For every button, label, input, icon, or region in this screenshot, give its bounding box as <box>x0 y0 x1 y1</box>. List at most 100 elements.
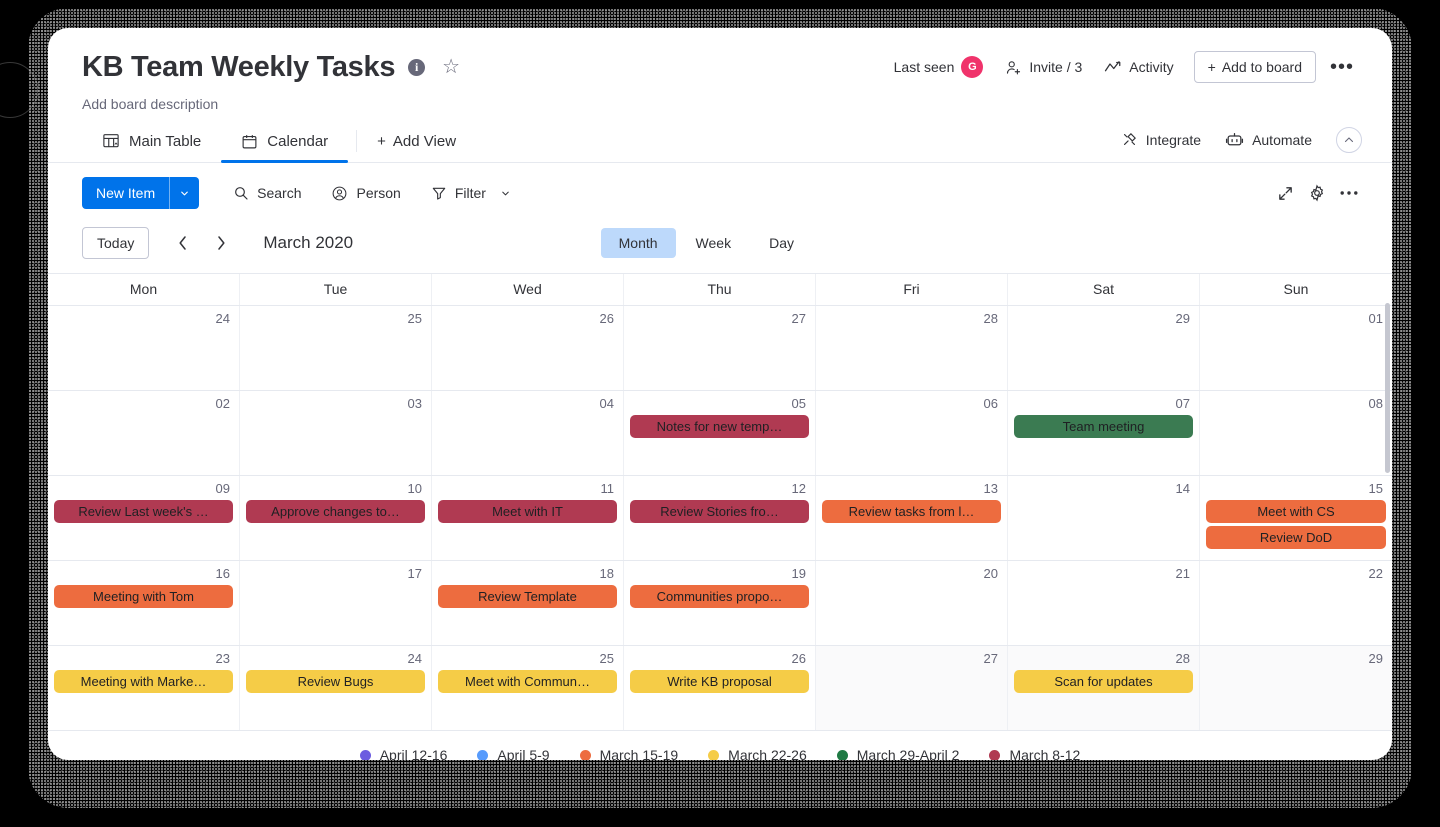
calendar-day-cell[interactable]: 23 Meeting with Marke… <box>48 646 240 730</box>
invite-button[interactable]: Invite / 3 <box>994 53 1093 82</box>
calendar-day-cell[interactable]: 08 <box>1200 391 1392 475</box>
calendar-event[interactable]: Review tasks from l… <box>822 500 1001 523</box>
calendar-event[interactable]: Write KB proposal <box>630 670 809 693</box>
calendar-day-cell[interactable]: 25 Meet with Commun… <box>432 646 624 730</box>
calendar-event[interactable]: Communities propo… <box>630 585 809 608</box>
legend-item[interactable]: March 22-26 <box>708 747 807 760</box>
calendar-day-cell[interactable]: 27 <box>624 306 816 390</box>
view-week-button[interactable]: Week <box>678 228 750 258</box>
tab-main-table[interactable]: Main Table <box>82 124 221 162</box>
new-item-label: New Item <box>96 185 156 201</box>
add-to-board-button[interactable]: + Add to board <box>1193 51 1316 83</box>
board-more-menu-icon[interactable]: ••• <box>1316 57 1362 77</box>
tab-calendar[interactable]: Calendar <box>221 125 349 163</box>
calendar-day-cell[interactable]: 20 <box>816 561 1008 645</box>
view-month-button[interactable]: Month <box>600 228 676 258</box>
expand-icon[interactable] <box>1277 185 1294 202</box>
weekday-header-wed: Wed <box>432 274 624 305</box>
calendar-event[interactable]: Review Stories fro… <box>630 500 809 523</box>
calendar-day-cell[interactable]: 17 <box>240 561 432 645</box>
calendar-day-cell[interactable]: 28 Scan for updates <box>1008 646 1200 730</box>
legend-item[interactable]: April 12-16 <box>359 747 447 760</box>
info-icon[interactable]: i <box>408 58 426 76</box>
calendar-day-cell[interactable]: 18 Review Template <box>432 561 624 645</box>
board-toolbar: New Item Search Person Filter <box>48 163 1392 223</box>
calendar-day-cell[interactable]: 13 Review tasks from l… <box>816 476 1008 560</box>
calendar-event[interactable]: Review Bugs <box>246 670 425 693</box>
calendar-day-cell[interactable]: 24 Review Bugs <box>240 646 432 730</box>
calendar-day-cell[interactable]: 11 Meet with IT <box>432 476 624 560</box>
calendar-day-cell[interactable]: 06 <box>816 391 1008 475</box>
star-icon[interactable]: ☆ <box>442 57 460 77</box>
calendar-event[interactable]: Notes for new temp… <box>630 415 809 438</box>
calendar-day-cell[interactable]: 09 Review Last week's … <box>48 476 240 560</box>
add-view-button[interactable]: + Add View <box>365 125 468 162</box>
day-number: 11 <box>600 481 615 496</box>
view-day-button[interactable]: Day <box>751 228 812 258</box>
calendar-day-cell[interactable]: 22 <box>1200 561 1392 645</box>
calendar-day-cell[interactable]: 03 <box>240 391 432 475</box>
calendar-event[interactable]: Meet with Commun… <box>438 670 617 693</box>
filter-button[interactable]: Filter <box>419 178 523 208</box>
more-icon[interactable] <box>1340 190 1358 196</box>
calendar-day-cell[interactable]: 10 Approve changes to… <box>240 476 432 560</box>
calendar-day-cell[interactable]: 28 <box>816 306 1008 390</box>
calendar-day-cell[interactable]: 24 <box>48 306 240 390</box>
gear-icon[interactable] <box>1308 184 1326 202</box>
calendar-day-cell[interactable]: 26 Write KB proposal <box>624 646 816 730</box>
calendar-day-cell[interactable]: 29 <box>1008 306 1200 390</box>
calendar-day-cell[interactable]: 01 <box>1200 306 1392 390</box>
chevron-down-icon[interactable] <box>500 188 511 199</box>
calendar-event[interactable]: Review Last week's … <box>54 500 233 523</box>
legend-item[interactable]: March 29-April 2 <box>836 747 959 760</box>
chevron-left-icon[interactable] <box>167 231 199 255</box>
calendar-event[interactable]: Meet with IT <box>438 500 617 523</box>
integrate-button[interactable]: Integrate <box>1111 125 1211 154</box>
chevron-down-icon[interactable] <box>169 177 199 209</box>
calendar-event[interactable]: Meeting with Tom <box>54 585 233 608</box>
collapse-header-button[interactable] <box>1336 126 1362 153</box>
calendar-scrollbar[interactable] <box>1385 303 1390 473</box>
today-button[interactable]: Today <box>82 227 150 259</box>
last-seen[interactable]: Last seen G <box>883 50 995 84</box>
legend-item[interactable]: April 5-9 <box>477 747 550 760</box>
calendar-day-cell[interactable]: 02 <box>48 391 240 475</box>
calendar-day-cell[interactable]: 25 <box>240 306 432 390</box>
calendar-day-cell[interactable]: 12 Review Stories fro… <box>624 476 816 560</box>
calendar-day-cell[interactable]: 27 <box>816 646 1008 730</box>
calendar-event[interactable]: Review DoD <box>1206 526 1386 549</box>
legend-item[interactable]: March 15-19 <box>579 747 678 760</box>
new-item-button[interactable]: New Item <box>82 177 200 209</box>
calendar-week-row: 02 03 04 05 Notes for new temp… 06 07 Team meet… <box>48 391 1392 476</box>
person-icon <box>331 185 348 202</box>
calendar-day-cell[interactable]: 07 Team meeting <box>1008 391 1200 475</box>
automate-label: Automate <box>1252 131 1312 148</box>
calendar-day-cell[interactable]: 14 <box>1008 476 1200 560</box>
activity-button[interactable]: Activity <box>1093 53 1184 81</box>
calendar-event[interactable]: Team meeting <box>1014 415 1193 438</box>
legend-item[interactable]: March 8-12 <box>989 747 1080 760</box>
search-button[interactable]: Search <box>221 178 313 208</box>
calendar-day-cell[interactable]: 19 Communities propo… <box>624 561 816 645</box>
avatar[interactable]: G <box>961 56 984 78</box>
calendar-event[interactable]: Scan for updates <box>1014 670 1193 693</box>
calendar-day-cell[interactable]: 21 <box>1008 561 1200 645</box>
day-number: 12 <box>791 481 806 496</box>
calendar-event[interactable]: Review Template <box>438 585 617 608</box>
calendar-day-cell[interactable]: 04 <box>432 391 624 475</box>
calendar-day-cell[interactable]: 26 <box>432 306 624 390</box>
calendar-event[interactable]: Meeting with Marke… <box>54 670 233 693</box>
search-icon <box>233 185 249 201</box>
calendar-event[interactable]: Meet with CS <box>1206 500 1386 523</box>
calendar-view-switch: Month Week Day <box>600 228 812 258</box>
calendar-event[interactable]: Approve changes to… <box>246 500 425 523</box>
chevron-right-icon[interactable] <box>205 231 237 255</box>
calendar-day-cell[interactable]: 15 Meet with CS Review DoD <box>1200 476 1392 560</box>
calendar-day-cell[interactable]: 16 Meeting with Tom <box>48 561 240 645</box>
automate-button[interactable]: Automate <box>1215 126 1322 154</box>
day-number: 28 <box>1175 651 1190 666</box>
calendar-day-cell[interactable]: 05 Notes for new temp… <box>624 391 816 475</box>
person-filter-button[interactable]: Person <box>319 178 412 209</box>
board-description[interactable]: Add board description <box>82 96 1362 112</box>
calendar-day-cell[interactable]: 29 <box>1200 646 1392 730</box>
